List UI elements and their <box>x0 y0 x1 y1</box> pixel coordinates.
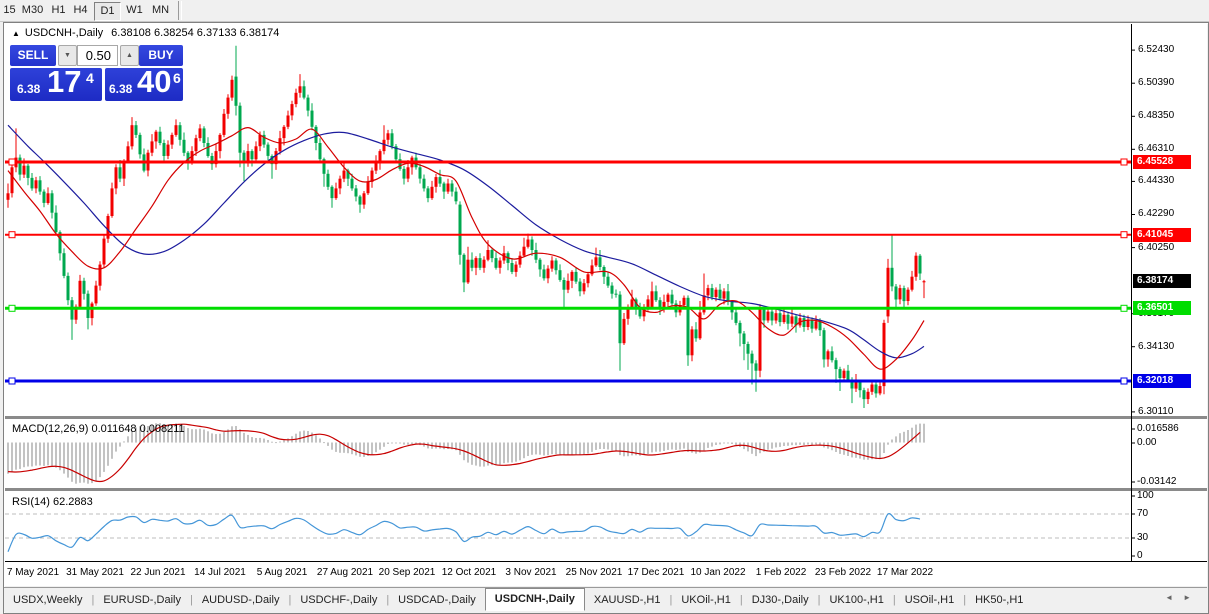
current-price-badge: 6.38174 <box>1133 274 1191 288</box>
price-tick-label: 6.50390 <box>1138 77 1174 89</box>
rsi-value: 62.2883 <box>53 496 93 508</box>
tab-UKOil-H1[interactable]: UKOil-,H1 <box>672 589 740 611</box>
chart-symbol-label: USDCNH-,Daily <box>25 27 103 39</box>
volume-input[interactable]: 0.50 <box>77 45 118 66</box>
sell-price-big-figure: 6.38 <box>17 82 40 96</box>
tab-USDCHF-Daily[interactable]: USDCHF-,Daily <box>291 589 386 611</box>
macd-values: 0.011648 0.008211 <box>91 423 184 435</box>
tab-USDX-Weekly[interactable]: USDX,Weekly <box>4 589 91 611</box>
chart-ohlc-values: 6.38108 6.38254 6.37133 6.38174 <box>111 27 279 39</box>
price-tick-label: 6.40250 <box>1138 242 1174 254</box>
rsi-pane <box>4 491 1207 561</box>
price-axis-border <box>1131 23 1132 562</box>
toolbar-separator <box>178 1 182 20</box>
rsi-axis-label: 0 <box>1137 550 1143 561</box>
chart-tab-bar: USDX,Weekly|EURUSD-,Daily|AUDUSD-,Daily|… <box>4 587 1207 612</box>
tab-USDCAD-Daily[interactable]: USDCAD-,Daily <box>389 589 485 611</box>
main-chart-pane[interactable] <box>4 23 1207 416</box>
tab-scroll-right-icon[interactable]: ► <box>1183 593 1201 602</box>
sell-price-display[interactable]: 6.38 17 4 <box>10 68 102 101</box>
terminal-screen: 15M30H1H4D1W1MN ▲ USDCNH-,Daily 6.38108 6.… <box>0 0 1209 614</box>
buy-button[interactable]: BUY <box>139 45 183 66</box>
sell-price-pips: 17 <box>47 68 81 100</box>
tab-XAUUSD-H1[interactable]: XAUUSD-,H1 <box>585 589 670 611</box>
price-tick-label: 6.52430 <box>1138 44 1174 56</box>
price-tick-label: 6.30110 <box>1138 406 1173 418</box>
macd-axis-label: 0.016586 <box>1137 423 1179 434</box>
tab-USOil-H1[interactable]: USOil-,H1 <box>896 589 964 611</box>
buy-price-display[interactable]: 6.38 40 6 <box>105 68 183 101</box>
period-button-H4[interactable]: H4 <box>70 2 91 19</box>
macd-axis-label: -0.03142 <box>1137 476 1176 487</box>
buy-price-pips: 40 <box>137 68 171 100</box>
chevron-up-icon: ▲ <box>126 52 133 59</box>
sell-button[interactable]: SELL <box>10 45 56 66</box>
period-button-M30[interactable]: M30 <box>18 2 47 19</box>
collapse-arrow-icon[interactable]: ▲ <box>12 29 20 38</box>
hline-price-badge-6.32018: 6.32018 <box>1133 374 1191 388</box>
price-tick-label: 6.46310 <box>1138 143 1174 155</box>
rsi-name: RSI(14) <box>12 496 50 508</box>
date-label: 17 Mar 2022 <box>863 567 947 578</box>
rsi-axis-label: 70 <box>1137 508 1148 519</box>
price-tick-label: 6.44330 <box>1138 175 1174 187</box>
period-toolbar: 15M30H1H4D1W1MN <box>0 0 1209 22</box>
sell-price-pipette: 4 <box>86 70 94 86</box>
tab-AUDUSD-Daily[interactable]: AUDUSD-,Daily <box>193 589 289 611</box>
tab-DJ30-Daily[interactable]: DJ30-,Daily <box>743 589 818 611</box>
chart-title: ▲ USDCNH-,Daily 6.38108 6.38254 6.37133 6.… <box>12 27 279 41</box>
rsi-axis-label: 100 <box>1137 490 1154 501</box>
tab-UK100-H1[interactable]: UK100-,H1 <box>820 589 892 611</box>
period-button-MN[interactable]: MN <box>148 2 173 19</box>
macd-name: MACD(12,26,9) <box>12 423 88 435</box>
buy-price-big-figure: 6.38 <box>109 82 132 96</box>
period-button-D1[interactable]: D1 <box>94 2 121 21</box>
rsi-label: RSI(14) 62.2883 <box>12 496 93 508</box>
tab-USDCNH-Daily[interactable]: USDCNH-,Daily <box>485 588 585 611</box>
volume-increase-button[interactable]: ▲ <box>120 45 139 66</box>
hline-price-badge-6.41045: 6.41045 <box>1133 228 1191 242</box>
rsi-axis-label: 30 <box>1137 532 1148 543</box>
buy-price-pipette: 6 <box>173 70 181 86</box>
hline-price-badge-6.45528: 6.45528 <box>1133 155 1191 169</box>
period-button-W1[interactable]: W1 <box>122 2 147 19</box>
macd-axis-label: 0.00 <box>1137 437 1156 448</box>
hline-price-badge-6.36501: 6.36501 <box>1133 301 1191 315</box>
price-tick-label: 6.42290 <box>1138 208 1174 220</box>
tab-HK50-H1[interactable]: HK50-,H1 <box>966 589 1032 611</box>
macd-label: MACD(12,26,9) 0.011648 0.008211 <box>12 423 185 435</box>
price-tick-label: 6.48350 <box>1138 110 1174 122</box>
chevron-down-icon: ▼ <box>64 52 71 59</box>
period-button-H1[interactable]: H1 <box>48 2 69 19</box>
price-tick-label: 6.34130 <box>1138 341 1174 353</box>
volume-decrease-button[interactable]: ▼ <box>58 45 77 66</box>
tab-EURUSD-Daily[interactable]: EURUSD-,Daily <box>94 589 190 611</box>
tab-scroll-left-icon[interactable]: ◄ <box>1165 593 1183 602</box>
period-button-15[interactable]: 15 <box>2 2 17 19</box>
tab-scroll-arrows: ◄► <box>1165 593 1201 602</box>
